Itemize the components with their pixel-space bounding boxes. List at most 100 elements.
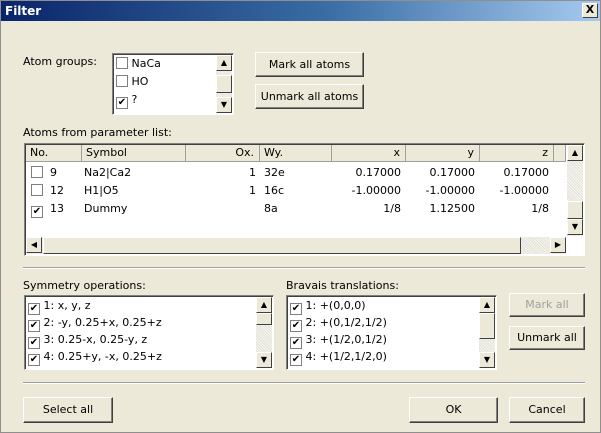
checkbox[interactable]: ✔ — [290, 354, 302, 366]
table-row[interactable]: 9 Na2|Ca2 1 32e 0.17000 0.17000 0.17000 — [31, 165, 561, 181]
list-item-label: 2: -y, 0.25+x, 0.25+z — [43, 316, 162, 329]
atoms-table-header: No. Symbol Ox. Wy. x y z — [26, 145, 566, 162]
cell-wy: 16c — [264, 184, 285, 197]
column-header-z[interactable]: z — [480, 145, 554, 162]
list-item-label: 4: +(1/2,1/2,0) — [305, 350, 387, 363]
scroll-thumb[interactable] — [479, 313, 495, 339]
scroll-down-icon[interactable]: ▼ — [567, 219, 583, 235]
check-icon: ✔ — [29, 303, 39, 314]
list-item[interactable]: ✔ 3: +(1/2,0,1/2) — [290, 332, 387, 349]
cell-wy: 8a — [264, 202, 278, 215]
list-item[interactable]: ✔ 4: 0.25+y, -x, 0.25+z — [28, 349, 162, 366]
checkbox[interactable]: ✔ — [290, 320, 302, 332]
cell-y: 0.17000 — [429, 166, 476, 179]
unmark-all-button[interactable]: Unmark all — [509, 326, 585, 350]
scroll-thumb[interactable] — [256, 313, 272, 325]
list-item[interactable]: ✔ 4: +(1/2,1/2,0) — [290, 349, 387, 366]
list-item-label: 1: +(0,0,0) — [305, 299, 366, 312]
column-header-x[interactable]: x — [332, 145, 406, 162]
mark-all-button[interactable]: Mark all — [509, 293, 585, 317]
checkbox[interactable]: ✔ — [290, 337, 302, 349]
atom-group-item[interactable]: HO — [116, 74, 148, 90]
scroll-up-icon[interactable]: ▲ — [567, 145, 583, 161]
column-header-ox[interactable]: Ox. — [186, 145, 260, 162]
symmetry-scrollbar[interactable]: ▲ ▼ — [256, 297, 272, 368]
atom-group-item[interactable]: NaCa — [116, 56, 161, 72]
atoms-table-hscrollbar[interactable]: ◀ ▶ — [26, 237, 566, 254]
unmark-all-atoms-button[interactable]: Unmark all atoms — [255, 84, 364, 109]
mark-all-atoms-button[interactable]: Mark all atoms — [255, 52, 364, 77]
checkbox[interactable] — [116, 75, 128, 87]
scroll-down-icon[interactable]: ▼ — [256, 352, 272, 368]
window-title: Filter — [5, 4, 42, 18]
list-item[interactable]: ✔ 1: x, y, z — [28, 298, 90, 315]
filter-dialog: Filter X Atom groups: NaCa HO ✔ ? ▲ ▼ Ma… — [0, 0, 601, 433]
ok-button[interactable]: OK — [409, 397, 498, 423]
column-header-no[interactable]: No. — [26, 145, 82, 162]
cell-no: 13 — [50, 202, 64, 215]
separator — [23, 382, 585, 384]
checkbox[interactable]: ✔ — [116, 97, 128, 109]
scroll-thumb[interactable] — [567, 201, 583, 219]
checkbox[interactable]: ✔ — [28, 337, 40, 349]
scroll-left-icon[interactable]: ◀ — [26, 237, 42, 253]
checkbox[interactable]: ✔ — [28, 354, 40, 366]
checkbox[interactable]: ✔ — [28, 303, 40, 315]
scroll-up-icon[interactable]: ▲ — [216, 55, 232, 71]
scroll-down-icon[interactable]: ▼ — [216, 97, 232, 113]
checkbox[interactable]: ✔ — [290, 303, 302, 315]
check-icon: ✔ — [291, 337, 301, 348]
atom-groups-label: Atom groups: — [23, 55, 97, 68]
list-item-label: 3: +(1/2,0,1/2) — [305, 333, 387, 346]
cell-z: 1/8 — [531, 202, 549, 215]
atom-group-item[interactable]: ✔ ? — [116, 92, 137, 109]
check-icon: ✔ — [29, 337, 39, 348]
atom-group-label: HO — [131, 75, 149, 88]
cancel-button[interactable]: Cancel — [509, 397, 585, 423]
list-item[interactable]: ✔ 2: +(0,1/2,1/2) — [290, 315, 387, 332]
cell-x: 0.17000 — [355, 166, 402, 179]
scroll-up-icon[interactable]: ▲ — [256, 297, 272, 313]
column-header-wy[interactable]: Wy. — [260, 145, 332, 162]
scroll-right-icon[interactable]: ▶ — [550, 237, 566, 253]
atom-groups-list[interactable]: NaCa HO ✔ ? ▲ ▼ — [112, 53, 234, 115]
checkbox[interactable]: ✔ — [28, 320, 40, 332]
bravais-scrollbar[interactable]: ▲ ▼ — [479, 297, 495, 368]
cell-x: 1/8 — [383, 202, 401, 215]
check-icon: ✔ — [29, 354, 39, 365]
cell-no: 9 — [50, 166, 57, 179]
scroll-thumb[interactable] — [216, 75, 232, 93]
column-header-symbol[interactable]: Symbol — [82, 145, 186, 162]
atom-groups-scrollbar[interactable]: ▲ ▼ — [216, 55, 232, 113]
column-header-y[interactable]: y — [406, 145, 480, 162]
cell-y: 1.12500 — [429, 202, 476, 215]
atoms-table[interactable]: No. Symbol Ox. Wy. x y z 9 Na2|Ca2 1 32e… — [24, 143, 585, 256]
scroll-down-icon[interactable]: ▼ — [479, 352, 495, 368]
list-item[interactable]: ✔ 3: 0.25-x, 0.25-y, z — [28, 332, 148, 349]
table-row[interactable]: 12 H1|O5 1 16c -1.00000 -1.00000 -1.0000… — [31, 183, 561, 199]
list-item[interactable]: ✔ 1: +(0,0,0) — [290, 298, 366, 315]
cell-no: 12 — [50, 184, 64, 197]
checkbox[interactable] — [31, 184, 43, 196]
cell-ox: 1 — [249, 166, 256, 179]
check-icon: ✔ — [32, 206, 42, 217]
close-button[interactable]: X — [582, 3, 598, 18]
checkbox[interactable]: ✔ — [31, 206, 43, 218]
cell-symbol: Na2|Ca2 — [84, 166, 132, 179]
scroll-up-icon[interactable]: ▲ — [479, 297, 495, 313]
bravais-translations-list[interactable]: ✔ 1: +(0,0,0) ✔ 2: +(0,1/2,1/2) ✔ 3: +(1… — [286, 295, 497, 370]
atoms-table-vscrollbar[interactable]: ▲ ▼ — [567, 145, 583, 236]
select-all-button[interactable]: Select all — [23, 397, 113, 423]
cell-wy: 32e — [264, 166, 285, 179]
list-item[interactable]: ✔ 2: -y, 0.25+x, 0.25+z — [28, 315, 162, 332]
checkbox[interactable] — [31, 166, 43, 178]
check-icon: ✔ — [29, 320, 39, 331]
check-icon: ✔ — [291, 354, 301, 365]
cell-z: -1.00000 — [499, 184, 549, 197]
checkbox[interactable] — [116, 57, 128, 69]
table-row[interactable]: ✔ 13 Dummy 8a 1/8 1.12500 1/8 — [31, 201, 561, 218]
list-item-label: 3: 0.25-x, 0.25-y, z — [43, 333, 148, 346]
symmetry-operations-label: Symmetry operations: — [23, 279, 146, 292]
scroll-thumb[interactable] — [43, 237, 521, 254]
symmetry-operations-list[interactable]: ✔ 1: x, y, z ✔ 2: -y, 0.25+x, 0.25+z ✔ 3… — [24, 295, 274, 370]
